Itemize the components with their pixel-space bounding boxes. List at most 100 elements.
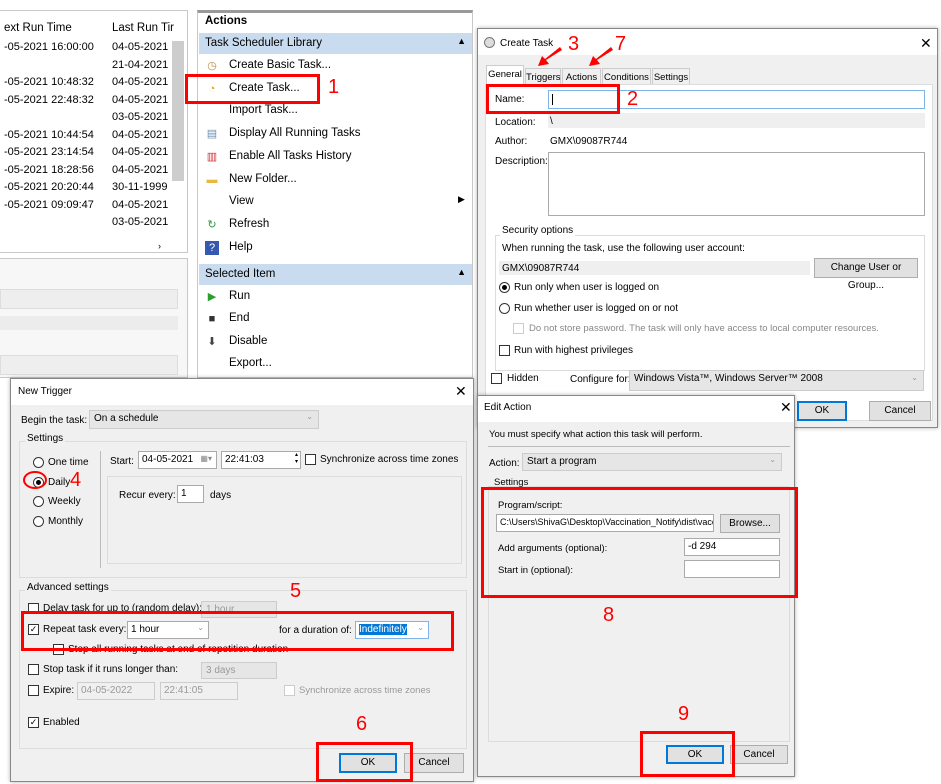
task-row-next-run[interactable]: -05-2021 10:48:32 [4, 76, 94, 88]
action-item[interactable]: End [229, 312, 249, 324]
settings-title: Settings [25, 433, 66, 444]
tab-triggers[interactable]: Triggers [525, 68, 561, 85]
annotation-box-1 [185, 74, 320, 104]
collapse-icon[interactable]: ▲ [457, 36, 466, 46]
tab-conditions[interactable]: Conditions [602, 68, 651, 85]
refresh-icon: ↻ [207, 218, 217, 231]
change-user-button[interactable]: Change User or Group... [814, 258, 918, 291]
action-item[interactable]: Refresh [229, 218, 269, 230]
action-item[interactable]: Import Task... [229, 104, 298, 116]
task-row-last-run[interactable]: 30-11-1999 [112, 181, 167, 193]
task-row-last-run[interactable]: 03-05-2021 [112, 111, 168, 123]
library-section-header[interactable]: Task Scheduler Library ▲ [199, 33, 472, 54]
task-row-last-run[interactable]: 04-05-2021 [112, 199, 168, 211]
task-row-last-run[interactable]: 03-05-2021 [112, 216, 168, 228]
calendar-icon[interactable]: ▦▾ [200, 454, 212, 463]
start-time-input[interactable]: 22:41:03 ▴ ▾ [221, 451, 301, 469]
task-row-next-run[interactable]: -05-2021 22:48:32 [4, 94, 94, 106]
start-label: Start: [110, 456, 134, 467]
annotation-box-8 [481, 487, 798, 598]
create-task-ok-button[interactable]: OK [797, 401, 847, 421]
radio-run-logged-on[interactable] [499, 282, 510, 293]
radio-label: Monthly [48, 515, 84, 527]
tab-settings[interactable]: Settings [652, 68, 690, 85]
author-value: GMX\09087R744 [550, 136, 628, 147]
expire-checkbox[interactable] [28, 685, 39, 696]
task-row-next-run[interactable]: -05-2021 18:28:56 [4, 164, 94, 176]
hidden-checkbox[interactable] [491, 373, 502, 384]
radio-weekly[interactable] [33, 496, 44, 507]
action-select[interactable]: Start a program ⌄ [522, 453, 782, 471]
annotation-1: 1 [328, 76, 340, 98]
begin-task-select[interactable]: On a schedule ⌄ [89, 410, 319, 429]
task-row-next-run[interactable]: -05-2021 23:14:54 [4, 146, 94, 158]
start-date-picker[interactable]: 04-05-2021 ▦▾ [138, 451, 217, 469]
task-row-next-run[interactable]: -05-2021 20:20:44 [4, 181, 94, 193]
edit-action-cancel-button[interactable]: Cancel [730, 745, 788, 764]
action-item[interactable]: New Folder... [229, 173, 297, 185]
action-item[interactable]: Run [229, 290, 250, 302]
radio-monthly[interactable] [33, 515, 44, 527]
create-task-cancel-button[interactable]: Cancel [869, 401, 931, 421]
radio-one-time[interactable] [33, 457, 44, 468]
column-header-next-run[interactable]: ext Run Time [4, 22, 72, 34]
enabled-checkbox[interactable]: ✓ [28, 717, 39, 728]
selected-item-section-header[interactable]: Selected Item ▲ [199, 264, 472, 285]
description-input[interactable] [548, 152, 925, 216]
task-row-next-run[interactable]: -05-2021 10:44:54 [4, 129, 94, 141]
stop-longer-label: Stop task if it runs longer than: [43, 664, 179, 675]
recur-input[interactable]: 1 [177, 485, 204, 503]
highest-privileges-label: Run with highest privileges [514, 345, 633, 356]
daily-annotation-circle [23, 471, 47, 489]
highest-privileges-checkbox[interactable] [499, 345, 510, 356]
task-row-last-run[interactable]: 04-05-2021 [112, 76, 168, 88]
radio-run-whether[interactable] [499, 303, 510, 314]
action-item[interactable]: Disable [229, 335, 267, 347]
author-label: Author: [495, 136, 528, 147]
action-item[interactable]: View [229, 195, 254, 207]
scroll-right-icon[interactable]: › [158, 241, 161, 251]
annotation-box-6 [316, 742, 413, 782]
stop-longer-checkbox[interactable] [28, 664, 39, 675]
time-spinner-icon[interactable]: ▴ ▾ [295, 452, 298, 466]
vertical-scrollbar[interactable] [172, 41, 184, 181]
collapse-icon[interactable]: ▲ [457, 267, 466, 277]
task-row-last-run[interactable]: 04-05-2021 [112, 164, 168, 176]
trigger-cancel-button[interactable]: Cancel [404, 753, 464, 773]
action-item[interactable]: Display All Running Tasks [229, 127, 360, 139]
account-value: GMX\09087R744 [499, 261, 810, 275]
sync-timezones-checkbox[interactable] [305, 454, 316, 465]
task-row-next-run[interactable]: -05-2021 09:09:47 [4, 199, 94, 211]
tab-actions[interactable]: Actions [562, 68, 601, 85]
action-item[interactable]: Enable All Tasks History [229, 150, 352, 162]
action-item[interactable]: Create Basic Task... [229, 59, 331, 71]
no-store-password-checkbox [513, 323, 524, 334]
column-header-last-run[interactable]: Last Run Tir [112, 22, 174, 34]
disable-icon: ⬇ [207, 335, 217, 348]
close-icon[interactable]: ✕ [920, 35, 932, 52]
description-label: Description: [495, 156, 548, 167]
clock-icon [484, 37, 495, 48]
tab-general[interactable]: General [486, 65, 524, 85]
start-date-value: 04-05-2021 [142, 454, 194, 465]
configure-for-select[interactable]: Windows Vista™, Windows Server™ 2008 ⌄ [629, 370, 924, 391]
task-row-next-run[interactable]: -05-2021 16:00:00 [4, 41, 94, 53]
task-row-last-run[interactable]: 04-05-2021 [112, 94, 168, 106]
annotation-box-2 [486, 84, 620, 114]
task-row-last-run[interactable]: 04-05-2021 [112, 129, 168, 141]
close-icon[interactable]: ✕ [455, 383, 467, 400]
selected-item-section-label: Selected Item [205, 268, 276, 280]
action-item[interactable]: Help [229, 241, 253, 253]
annotation-6: 6 [356, 713, 368, 735]
begin-task-label: Begin the task: [21, 415, 88, 426]
task-row-last-run[interactable]: 21-04-2021 [112, 59, 168, 71]
detail-field [0, 355, 178, 375]
annotation-9: 9 [678, 703, 690, 725]
actions-title: Actions [205, 15, 248, 27]
close-icon[interactable]: ✕ [780, 399, 792, 416]
action-item[interactable]: Export... [229, 357, 272, 369]
task-row-last-run[interactable]: 04-05-2021 [112, 41, 168, 53]
task-row-last-run[interactable]: 04-05-2021 [112, 146, 168, 158]
location-label: Location: [495, 117, 536, 128]
stop-longer-select: 3 days [201, 662, 277, 679]
